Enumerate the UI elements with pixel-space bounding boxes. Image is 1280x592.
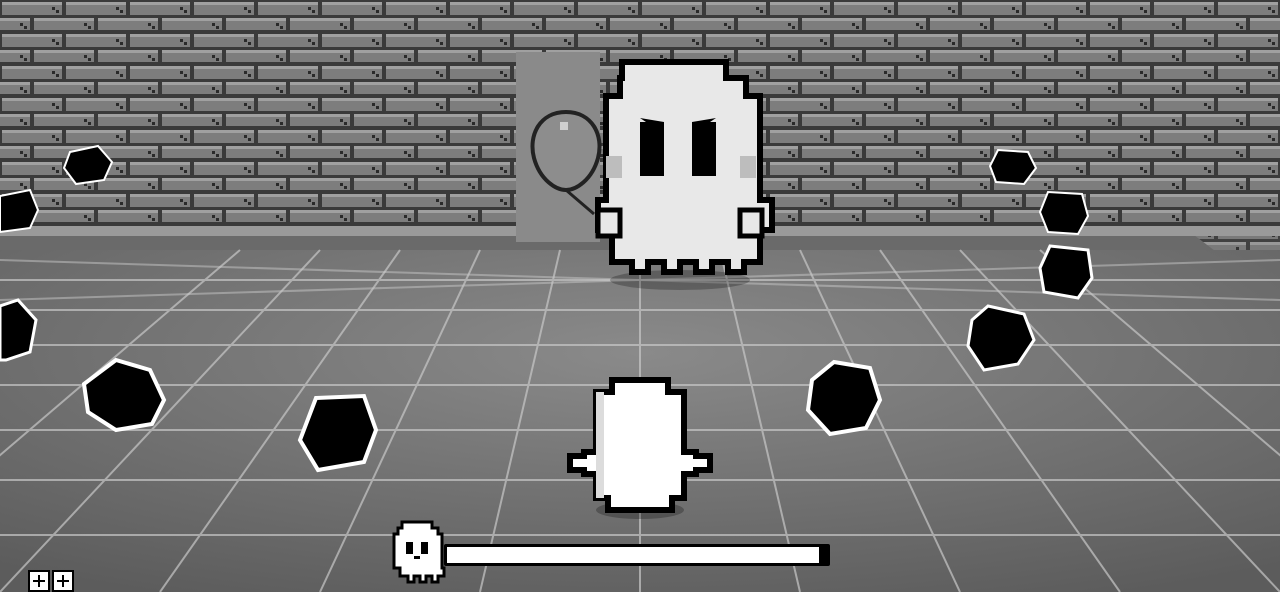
plus-icon	[28, 570, 50, 592]
ghost-icon	[392, 520, 446, 584]
boss-health-fill	[447, 547, 819, 563]
projectile	[1038, 190, 1090, 236]
game-scene	[0, 0, 1280, 592]
boss-health-track	[444, 544, 830, 566]
projectile	[805, 359, 883, 437]
plus-icon	[52, 570, 74, 592]
boss-health-bar	[388, 518, 838, 588]
projectile	[297, 393, 379, 473]
player-lives	[28, 570, 74, 592]
projectile	[1038, 244, 1094, 300]
